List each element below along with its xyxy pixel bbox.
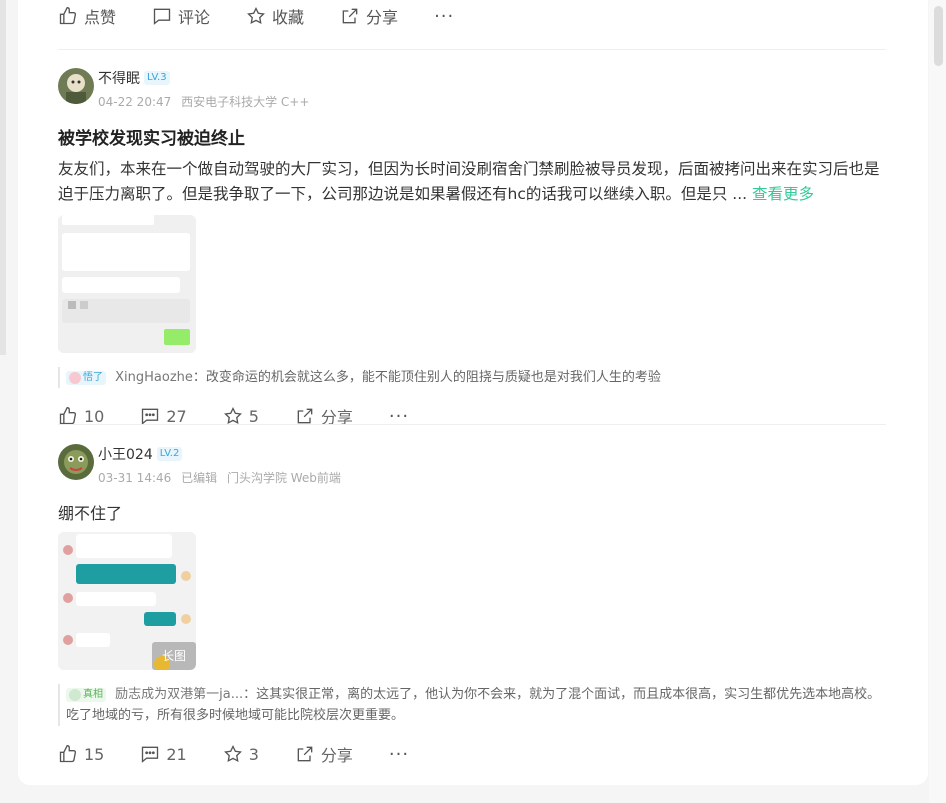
avatar[interactable] — [58, 68, 94, 104]
thumbs-up-icon — [59, 6, 77, 25]
scrollbar-track[interactable] — [929, 0, 946, 803]
share-button[interactable]: 分享 — [295, 742, 353, 766]
comment-badge-label: 悟了 — [83, 372, 103, 383]
share-label: 分享 — [366, 8, 399, 27]
post-image[interactable] — [58, 215, 196, 353]
thumbs-up-icon — [59, 406, 77, 425]
collect-button[interactable]: 5 — [223, 406, 259, 426]
collect-label: 收藏 — [272, 8, 305, 27]
comment-author[interactable]: 励志成为双港第一ja... — [115, 687, 243, 702]
comment-author[interactable]: XingHaozhe — [115, 370, 193, 385]
see-more-link[interactable]: 查看更多 — [752, 185, 814, 203]
comment-colon: ： — [192, 370, 206, 385]
comment-icon — [142, 746, 159, 763]
share-icon — [297, 408, 313, 424]
post-meta: 03-31 14:46 已编辑 门头沟学院 Web前端 — [98, 469, 347, 486]
share-label: 分享 — [320, 746, 353, 765]
like-button[interactable]: 15 — [58, 744, 104, 764]
comment-button[interactable]: 27 — [140, 406, 187, 426]
level-badge: LV.3 — [144, 71, 170, 85]
more-button[interactable]: ··· — [434, 6, 454, 27]
divider — [58, 49, 886, 50]
author-school: 西安电子科技大学 C++ — [181, 95, 310, 109]
left-scroll-indicator — [0, 0, 6, 355]
comment-text: 改变命运的机会就这么多，能不能顶住别人的阻挠与质疑也是对我们人生的考验 — [205, 370, 661, 385]
post-meta: 04-22 20:47 西安电子科技大学 C++ — [98, 93, 315, 110]
collect-button[interactable]: 收藏 — [246, 4, 304, 28]
star-icon — [223, 406, 242, 425]
comment-icon — [153, 8, 171, 25]
post-actions: 15 21 3 分享 ··· — [58, 742, 886, 766]
share-button[interactable]: 分享 — [340, 4, 398, 28]
star-icon — [247, 6, 265, 25]
star-icon — [223, 744, 242, 763]
edited-label: 已编辑 — [181, 471, 218, 485]
level-badge: LV.2 — [156, 447, 183, 461]
comment-badge-label: 真相 — [83, 689, 103, 700]
featured-comment[interactable]: 真相 励志成为双港第一ja...：这其实很正常，离的太远了，他认为你不会来，就为… — [58, 684, 886, 726]
share-icon — [297, 746, 313, 762]
chat-screenshot-image: 长图 — [58, 532, 196, 670]
badge-emoji-icon — [69, 371, 81, 384]
featured-comment[interactable]: 悟了 XingHaozhe：改变命运的机会就这么多，能不能顶住别人的阻挠与质疑也… — [58, 367, 886, 388]
comment-label: 评论 — [178, 8, 211, 27]
comment-colon: ： — [243, 687, 257, 702]
collect-count: 5 — [248, 406, 259, 426]
post-body[interactable]: 绷不住了 — [58, 500, 886, 524]
like-label: 点赞 — [84, 8, 117, 27]
comment-icon — [142, 408, 159, 425]
collect-count: 3 — [248, 744, 259, 764]
avatar-image — [58, 68, 94, 104]
comment-button[interactable]: 评论 — [152, 4, 210, 28]
post-image[interactable]: 长图 — [58, 532, 196, 670]
like-count: 10 — [84, 406, 105, 426]
author-row: 小王024 LV.2 03-31 14:46 已编辑 门头沟学院 Web前端 — [58, 444, 886, 486]
thumbs-up-icon — [59, 744, 77, 763]
avatar-image — [58, 444, 94, 480]
divider — [58, 424, 886, 425]
post-body[interactable]: 友友们，本来在一个做自动驾驶的大厂实习，但因为长时间没刷宿舍门禁刷脸被导员发现，… — [58, 157, 886, 207]
avatar[interactable] — [58, 444, 94, 480]
author-row: 不得眠 LV.3 04-22 20:47 西安电子科技大学 C++ — [58, 68, 886, 110]
post-card: 小王024 LV.2 03-31 14:46 已编辑 门头沟学院 Web前端 绷… — [58, 444, 886, 766]
chat-screenshot-image — [58, 215, 196, 353]
scrollbar-thumb[interactable] — [934, 6, 943, 66]
more-icon: ··· — [434, 5, 455, 27]
like-button[interactable]: 10 — [58, 406, 104, 426]
post-date: 03-31 14:46 — [98, 471, 172, 485]
previous-post-actions: 点赞 评论 收藏 分享 ··· — [58, 4, 490, 28]
comment-badge: 真相 — [66, 687, 106, 702]
comment-count: 21 — [166, 744, 187, 764]
long-image-badge: 长图 — [162, 649, 186, 663]
share-icon — [342, 8, 358, 24]
like-count: 15 — [84, 744, 105, 764]
author-name[interactable]: 不得眠 — [98, 68, 140, 88]
more-button[interactable]: ··· — [389, 744, 409, 765]
post-card: 不得眠 LV.3 04-22 20:47 西安电子科技大学 C++ 被学校发现实… — [58, 68, 886, 428]
feed-card: 点赞 评论 收藏 分享 ··· 不得眠 LV.3 04-22 20:47 西安电… — [18, 0, 928, 785]
comment-count: 27 — [166, 406, 187, 426]
collect-button[interactable]: 3 — [223, 744, 259, 764]
comment-button[interactable]: 21 — [140, 744, 187, 764]
like-button[interactable]: 点赞 — [58, 4, 116, 28]
post-title[interactable]: 被学校发现实习被迫终止 — [58, 124, 886, 149]
comment-badge: 悟了 — [66, 370, 106, 385]
author-school: 门头沟学院 Web前端 — [226, 471, 341, 485]
badge-emoji-icon — [69, 688, 81, 701]
post-date: 04-22 20:47 — [98, 95, 172, 109]
more-icon: ··· — [388, 743, 410, 765]
author-name[interactable]: 小王024 — [98, 444, 153, 464]
